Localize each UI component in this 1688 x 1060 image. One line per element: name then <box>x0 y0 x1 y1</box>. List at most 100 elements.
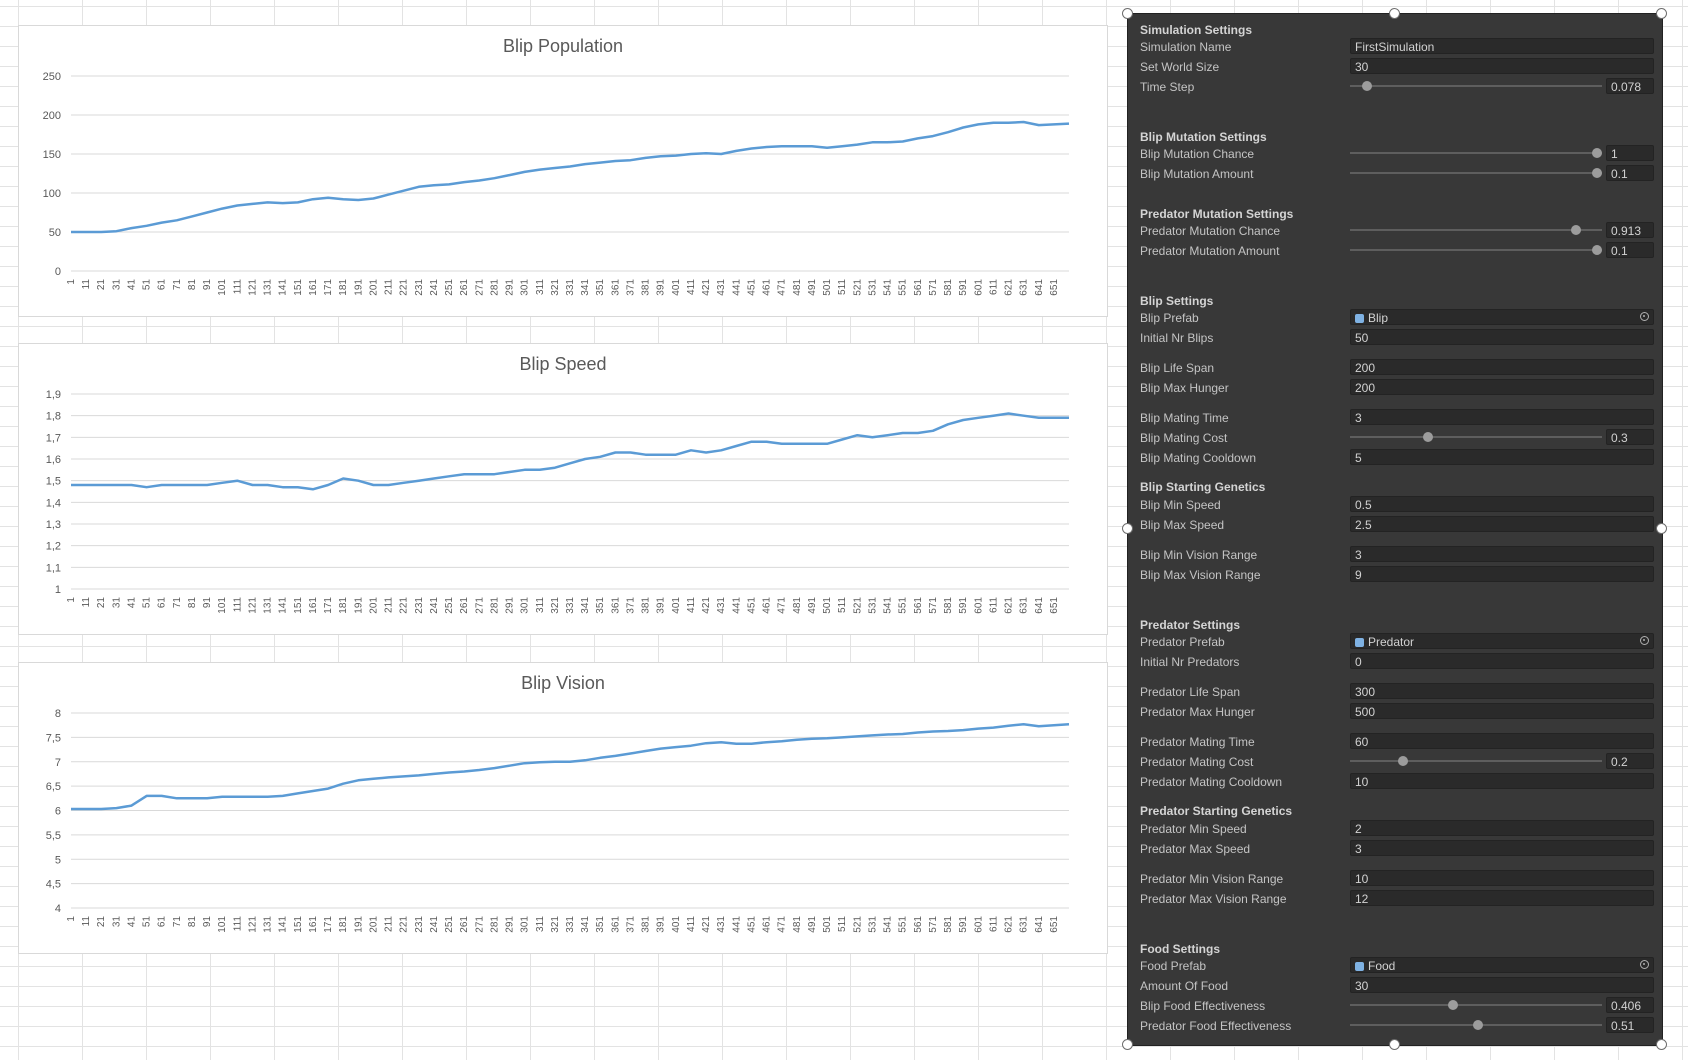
blip-mating-cooldown-field[interactable]: 5 <box>1350 449 1654 465</box>
blip-vision-chart[interactable]: Blip Vision 8 7,5 7 6,5 6 5,5 5 4,5 4 1 11 21 31 41 51 6… <box>18 662 1108 954</box>
predator-mating-cooldown-field[interactable]: 10 <box>1350 773 1654 789</box>
x-tick-label: 221 <box>399 279 410 296</box>
blip-life-span-field[interactable]: 200 <box>1350 359 1654 375</box>
resize-handle[interactable] <box>1656 1039 1667 1050</box>
slider-knob[interactable] <box>1592 148 1602 158</box>
x-tick-label: 1 <box>66 597 77 603</box>
x-tick-label: 641 <box>1034 916 1045 933</box>
simulation-name-field[interactable]: FirstSimulation <box>1350 38 1654 54</box>
slider-knob[interactable] <box>1592 245 1602 255</box>
predator-mating-cooldown-label: Predator Mating Cooldown <box>1140 775 1283 789</box>
predator-prefab-field[interactable]: Predator <box>1350 633 1654 649</box>
x-tick-label: 141 <box>278 597 289 614</box>
predator-mating-cost-value[interactable]: 0.2 <box>1606 753 1654 769</box>
x-tick-label: 201 <box>368 916 379 933</box>
resize-handle[interactable] <box>1656 8 1667 19</box>
blip-max-vision-range-label: Blip Max Vision Range <box>1140 568 1261 582</box>
blip-max-hunger-field[interactable]: 200 <box>1350 379 1654 395</box>
x-tick-label: 411 <box>686 916 697 932</box>
x-tick-label: 261 <box>459 597 470 614</box>
predator-min-speed-field[interactable]: 2 <box>1350 820 1654 836</box>
resize-handle[interactable] <box>1122 523 1133 534</box>
slider-knob[interactable] <box>1473 1020 1484 1030</box>
blip-max-speed-field[interactable]: 2.5 <box>1350 516 1654 532</box>
x-tick-label: 461 <box>762 597 773 614</box>
resize-handle[interactable] <box>1389 8 1400 19</box>
y-tick-label: 1,7 <box>46 432 61 444</box>
slider-knob[interactable] <box>1398 756 1409 766</box>
chart-title: Blip Vision <box>521 673 605 693</box>
x-tick-label: 91 <box>202 279 213 291</box>
simulation-inspector-panel[interactable]: Simulation Settings Simulation Name Firs… <box>1127 13 1663 1046</box>
predator-mutation-chance-value[interactable]: 0.913 <box>1606 222 1654 238</box>
predator-mating-cost-slider[interactable] <box>1350 760 1602 762</box>
x-tick-label: 521 <box>852 597 863 614</box>
blip-mutation-chance-slider[interactable] <box>1350 152 1602 154</box>
blip-min-vision-range-field[interactable]: 3 <box>1350 546 1654 562</box>
set-world-size-field[interactable]: 30 <box>1350 58 1654 74</box>
predator-max-vision-range-field[interactable]: 12 <box>1350 890 1654 906</box>
x-tick-label: 271 <box>474 916 485 933</box>
slider-knob[interactable] <box>1570 225 1581 235</box>
blip-min-speed-field[interactable]: 0.5 <box>1350 496 1654 512</box>
x-tick-label: 421 <box>701 916 712 933</box>
blip-food-effectiveness-value[interactable]: 0.406 <box>1606 997 1654 1013</box>
predator-max-speed-field[interactable]: 3 <box>1350 840 1654 856</box>
resize-handle[interactable] <box>1122 8 1133 19</box>
section-food-settings: Food Settings <box>1140 942 1220 956</box>
object-picker-icon[interactable] <box>1640 312 1649 321</box>
predator-life-span-field[interactable]: 300 <box>1350 683 1654 699</box>
x-tick-label: 241 <box>429 597 440 614</box>
x-tick-label: 581 <box>943 597 954 614</box>
blip-mutation-chance-value[interactable]: 1 <box>1606 145 1654 161</box>
object-picker-icon[interactable] <box>1640 960 1649 969</box>
initial-nr-blips-field[interactable]: 50 <box>1350 329 1654 345</box>
x-tick-label: 501 <box>822 597 833 614</box>
food-prefab-field[interactable]: Food <box>1350 957 1654 973</box>
slider-knob[interactable] <box>1362 81 1373 91</box>
predator-mutation-chance-slider[interactable] <box>1350 229 1602 231</box>
predator-mating-time-field[interactable]: 60 <box>1350 733 1654 749</box>
x-tick-label: 471 <box>777 916 788 933</box>
section-blip-settings: Blip Settings <box>1140 294 1214 308</box>
resize-handle[interactable] <box>1389 1039 1400 1050</box>
time-step-value[interactable]: 0.078 <box>1606 78 1654 94</box>
object-picker-icon[interactable] <box>1640 636 1649 645</box>
resize-handle[interactable] <box>1656 523 1667 534</box>
blip-population-chart[interactable]: Blip Population 250 200 150 100 50 0 1 11 21 31 41 5… <box>18 25 1108 317</box>
blip-food-effectiveness-slider[interactable] <box>1350 1004 1602 1006</box>
x-tick-label: 491 <box>807 916 818 933</box>
slider-knob[interactable] <box>1422 432 1433 442</box>
blip-mating-time-field[interactable]: 3 <box>1350 409 1654 425</box>
predator-min-vision-range-field[interactable]: 10 <box>1350 870 1654 886</box>
predator-mutation-amount-value[interactable]: 0.1 <box>1606 242 1654 258</box>
x-tick-label: 471 <box>777 279 788 296</box>
blip-mating-cost-slider[interactable] <box>1350 436 1602 438</box>
slider-knob[interactable] <box>1448 1000 1459 1010</box>
x-tick-label: 541 <box>883 597 894 614</box>
x-tick-label: 291 <box>505 597 516 614</box>
x-tick-label: 391 <box>656 279 667 296</box>
x-tick-label: 181 <box>338 279 349 296</box>
predator-mutation-amount-label: Predator Mutation Amount <box>1140 244 1280 258</box>
predator-max-hunger-field[interactable]: 500 <box>1350 703 1654 719</box>
amount-of-food-field[interactable]: 30 <box>1350 977 1654 993</box>
x-tick-label: 271 <box>474 597 485 614</box>
x-tick-label: 201 <box>368 279 379 296</box>
blip-speed-chart[interactable]: Blip Speed 1,9 1,8 1,7 1,6 1,5 1,4 1,3 1,2 1,1 1 1 1… <box>18 343 1108 635</box>
blip-mutation-amount-slider[interactable] <box>1350 172 1602 174</box>
blip-mating-cost-value[interactable]: 0.3 <box>1606 429 1654 445</box>
x-tick-label: 71 <box>172 916 183 928</box>
x-tick-label: 111 <box>232 279 243 295</box>
resize-handle[interactable] <box>1122 1039 1133 1050</box>
predator-food-effectiveness-value[interactable]: 0.51 <box>1606 1017 1654 1033</box>
initial-nr-predators-field[interactable]: 0 <box>1350 653 1654 669</box>
x-tick-label: 81 <box>187 279 198 291</box>
blip-max-vision-range-field[interactable]: 9 <box>1350 566 1654 582</box>
x-tick-label: 371 <box>625 916 636 933</box>
blip-prefab-field[interactable]: Blip <box>1350 309 1654 325</box>
blip-mutation-amount-value[interactable]: 0.1 <box>1606 165 1654 181</box>
slider-knob[interactable] <box>1592 168 1602 178</box>
time-step-slider[interactable] <box>1350 85 1602 87</box>
predator-mutation-amount-slider[interactable] <box>1350 249 1602 251</box>
